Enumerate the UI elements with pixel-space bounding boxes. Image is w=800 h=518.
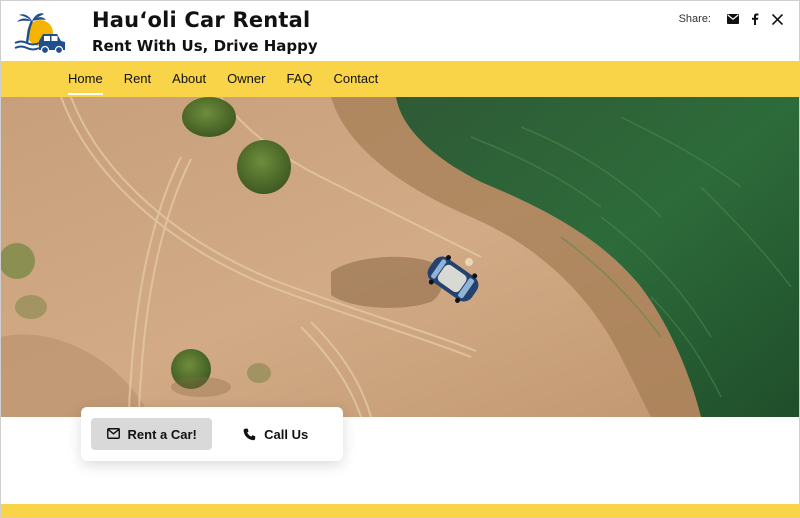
email-icon[interactable]: [727, 13, 739, 25]
phone-icon: [243, 428, 256, 441]
nav-item-faq[interactable]: FAQ: [286, 61, 312, 97]
rent-car-label: Rent a Car!: [127, 426, 197, 442]
hero-image: [1, 97, 799, 417]
envelope-icon: [106, 427, 120, 441]
nav-item-rent[interactable]: Rent: [124, 61, 151, 97]
x-icon[interactable]: [771, 13, 783, 25]
rent-car-button[interactable]: Rent a Car!: [91, 418, 213, 450]
palm-car-logo[interactable]: [13, 13, 67, 55]
site-tagline: Rent With Us, Drive Happy: [92, 37, 318, 55]
nav-item-contact[interactable]: Contact: [333, 61, 378, 97]
page-frame: Hau‘oli Car Rental Rent With Us, Drive H…: [0, 0, 800, 518]
nav-item-about[interactable]: About: [172, 61, 206, 97]
share-label: Share:: [678, 13, 711, 25]
call-us-button[interactable]: Call Us: [218, 418, 333, 450]
cta-card: Rent a Car! Call Us: [81, 407, 343, 461]
facebook-icon[interactable]: [749, 13, 761, 25]
call-us-label: Call Us: [264, 426, 309, 442]
site-title[interactable]: Hau‘oli Car Rental: [92, 8, 310, 32]
site-header: Hau‘oli Car Rental Rent With Us, Drive H…: [1, 1, 799, 61]
share-bar: Share:: [679, 13, 783, 25]
nav-item-home[interactable]: Home: [68, 61, 103, 97]
main-nav: Home Rent About Owner FAQ Contact: [1, 61, 799, 97]
nav-item-owner[interactable]: Owner: [227, 61, 265, 97]
footer-strip: [1, 504, 799, 517]
